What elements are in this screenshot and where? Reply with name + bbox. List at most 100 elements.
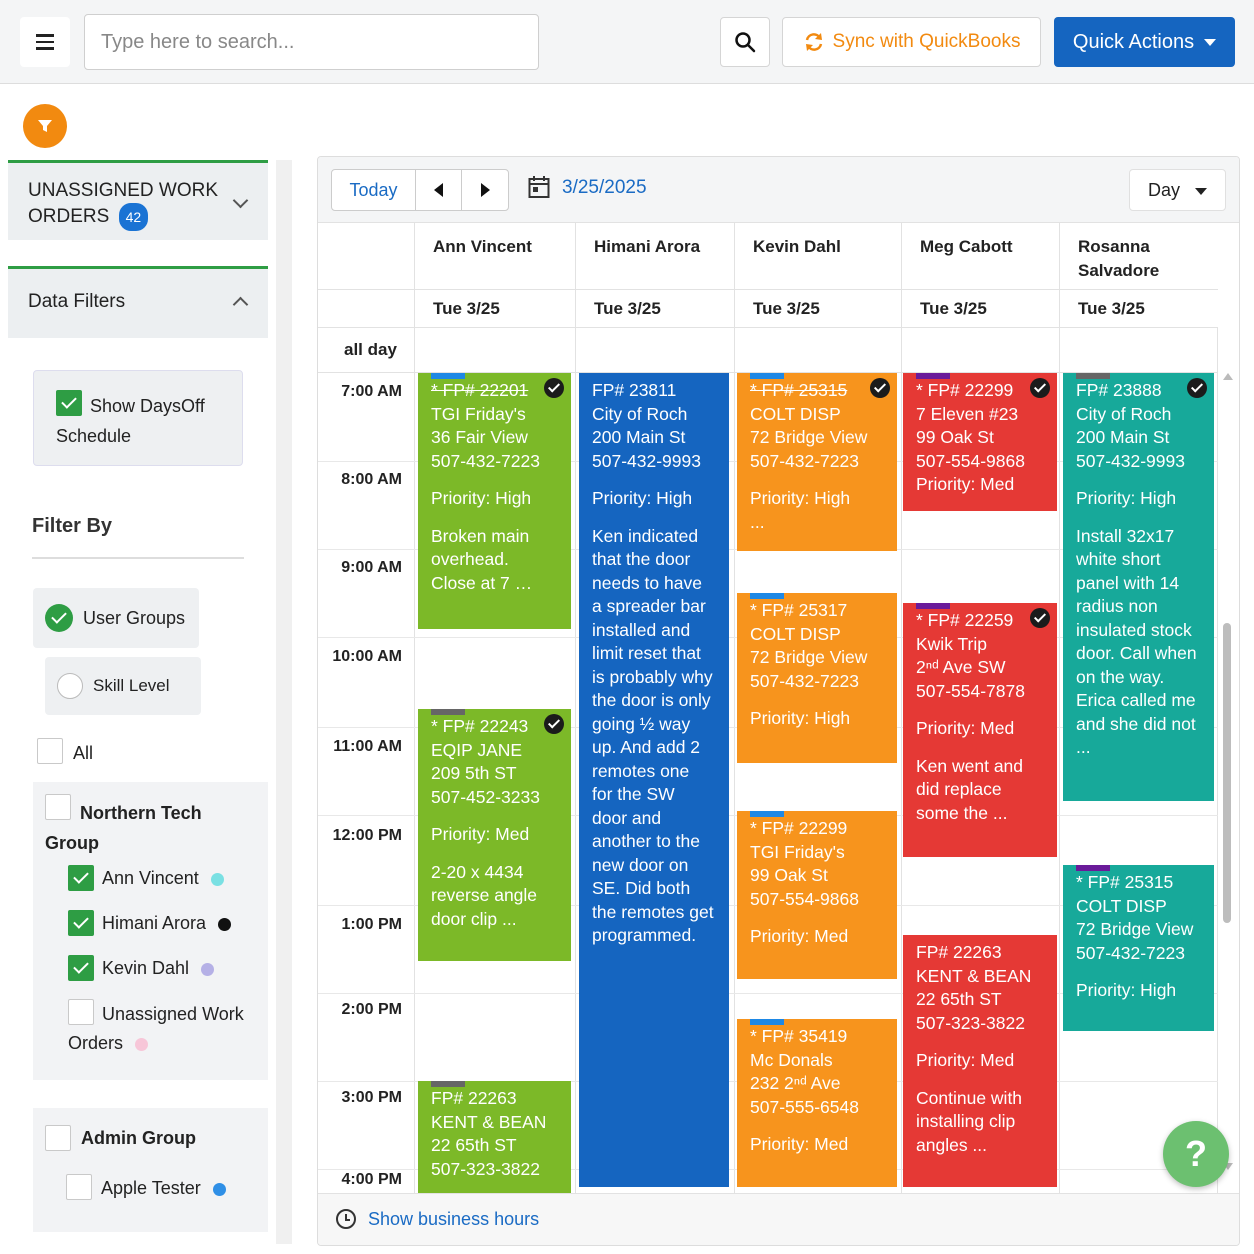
- event-note: Broken main overhead. Close at 7 …: [431, 525, 533, 593]
- event-card[interactable]: FP# 22263 KENT & BEAN 22 65th ST 507-323…: [418, 1081, 571, 1193]
- event-note: Ken indicated that the door needs to hav…: [592, 525, 714, 946]
- event-card[interactable]: * FP# 35419 Mc Donals 232 2ⁿᵈ Ave 507-55…: [737, 1019, 897, 1187]
- filter-toggle-button[interactable]: [23, 104, 67, 148]
- view-select[interactable]: Day: [1129, 169, 1226, 211]
- divider: [32, 557, 244, 559]
- sync-label: Sync with QuickBooks: [832, 31, 1021, 52]
- event-priority: Priority: High: [431, 488, 532, 508]
- view-select-value: Day: [1148, 179, 1181, 200]
- calendar-icon[interactable]: [528, 175, 550, 199]
- chevron-left-icon: [434, 183, 443, 197]
- event-priority: Priority: High: [1076, 980, 1177, 1000]
- time-label: 1:00 PM: [341, 916, 402, 933]
- member-checkbox-ann-vincent[interactable]: [68, 865, 94, 891]
- completed-check-icon: [1187, 378, 1207, 398]
- skill-level-option[interactable]: Skill Level: [45, 657, 201, 715]
- quick-actions-button[interactable]: Quick Actions: [1054, 17, 1235, 67]
- calendar-scrollbar[interactable]: [1221, 373, 1235, 1173]
- column-date: Tue 3/25: [901, 289, 1059, 327]
- event-card[interactable]: FP# 22263 KENT & BEAN 22 65th ST 507-323…: [903, 935, 1057, 1187]
- data-filters-header[interactable]: Data Filters: [8, 266, 268, 338]
- event-card[interactable]: * FP# 25315 COLT DISP 72 Bridge View 507…: [737, 373, 897, 551]
- member-checkbox-kevin-dahl[interactable]: [68, 955, 94, 981]
- completed-check-icon: [870, 378, 890, 398]
- prev-day-button[interactable]: [416, 170, 462, 210]
- color-dot: [218, 917, 232, 931]
- help-button[interactable]: ?: [1163, 1121, 1229, 1187]
- event-priority: Priority: Med: [750, 1134, 849, 1154]
- event-line: * FP# 25315: [1076, 872, 1174, 892]
- time-label: 10:00 AM: [332, 648, 402, 665]
- event-card[interactable]: * FP# 22299 7 Eleven #23 99 Oak St 507-5…: [903, 373, 1057, 511]
- group-admin: Admin Group Apple Tester: [33, 1108, 268, 1232]
- filter-by-title: Filter By: [32, 515, 113, 537]
- scroll-thumb[interactable]: [1223, 623, 1231, 923]
- member-checkbox-himani-arora[interactable]: [68, 910, 94, 936]
- event-line: 507-432-9993: [592, 450, 701, 471]
- event-tag: [916, 603, 950, 609]
- event-card[interactable]: * FP# 25317 COLT DISP 72 Bridge View 507…: [737, 593, 897, 763]
- user-groups-label: User Groups: [83, 607, 186, 628]
- chevron-up-icon: [232, 296, 249, 313]
- event-tag: [750, 373, 784, 379]
- group-northern-tech: Northern Tech Group Ann Vincent Himani A…: [33, 782, 268, 1080]
- quick-actions-label: Quick Actions: [1072, 30, 1195, 53]
- event-line: Kwik Trip: [916, 633, 987, 654]
- calendar-toolbar: Today 3/25/2025 Day: [318, 157, 1239, 223]
- skill-level-label: Skill Level: [93, 676, 170, 695]
- admin-group-checkbox[interactable]: [45, 1125, 71, 1151]
- event-line: 507-555-6548: [750, 1096, 859, 1117]
- show-daysoff-toggle[interactable]: Show DaysOff Schedule: [33, 370, 243, 466]
- chevron-down-icon: [232, 192, 249, 209]
- event-priority: Priority: Med: [916, 1050, 1015, 1070]
- event-tag: [750, 593, 784, 599]
- event-tag: [431, 373, 465, 379]
- skill-level-radio[interactable]: [57, 673, 83, 699]
- event-priority: Priority: High: [750, 488, 851, 508]
- event-card[interactable]: FP# 23888 City of Roch 200 Main St 507-4…: [1063, 373, 1214, 801]
- search-input[interactable]: [84, 14, 539, 70]
- event-card[interactable]: * FP# 22243 EQIP JANE 209 5th ST 507-452…: [418, 709, 571, 961]
- scroll-up-icon[interactable]: [1223, 373, 1233, 380]
- unassigned-work-orders-header[interactable]: UNASSIGNED WORK ORDERS 42: [8, 160, 268, 240]
- completed-check-icon: [1030, 378, 1050, 398]
- hamburger-menu-icon[interactable]: [20, 17, 70, 67]
- event-line: 507-452-3233: [431, 786, 540, 807]
- grid-line: [1059, 327, 1060, 1193]
- event-card[interactable]: FP# 23811 City of Roch 200 Main St 507-4…: [579, 373, 729, 1187]
- event-priority: Priority: Med: [431, 824, 530, 844]
- current-date-label[interactable]: 3/25/2025: [562, 177, 647, 199]
- top-bar: Sync with QuickBooks Quick Actions: [0, 0, 1254, 84]
- sync-quickbooks-button[interactable]: Sync with QuickBooks: [782, 17, 1041, 67]
- sidebar-scrollbar[interactable]: [276, 160, 292, 1244]
- search-button[interactable]: [720, 17, 770, 67]
- data-filters-title: Data Filters: [28, 291, 126, 312]
- time-label: 2:00 PM: [341, 1001, 402, 1018]
- event-line: 232 2ⁿᵈ Ave: [750, 1073, 841, 1093]
- event-line: City of Roch: [592, 403, 688, 424]
- completed-check-icon: [544, 714, 564, 734]
- event-card[interactable]: * FP# 25315 COLT DISP 72 Bridge View 507…: [1063, 865, 1214, 1031]
- member-checkbox-apple-tester[interactable]: [66, 1174, 92, 1200]
- caret-down-icon: [1195, 188, 1207, 195]
- event-card[interactable]: * FP# 22299 TGI Friday's 99 Oak St 507-5…: [737, 811, 897, 979]
- time-label: 7:00 AM: [341, 383, 402, 400]
- user-groups-radio[interactable]: [45, 604, 73, 632]
- event-card[interactable]: * FP# 22259 Kwik Trip 2ⁿᵈ Ave SW 507-554…: [903, 603, 1057, 857]
- nav-group: Today: [331, 169, 509, 211]
- user-groups-option[interactable]: User Groups: [33, 588, 199, 648]
- time-label: 9:00 AM: [341, 559, 402, 576]
- event-line: 2ⁿᵈ Ave SW: [916, 657, 1006, 677]
- next-day-button[interactable]: [462, 170, 508, 210]
- event-card[interactable]: * FP# 22201 TGI Friday's 36 Fair View 50…: [418, 373, 571, 629]
- all-day-label: all day: [344, 340, 397, 359]
- member-kevin-dahl: Kevin Dahl: [102, 958, 215, 979]
- today-button[interactable]: Today: [332, 170, 416, 210]
- column-header: Himani Arora: [575, 223, 734, 289]
- search-icon: [735, 32, 756, 53]
- all-checkbox[interactable]: [37, 738, 63, 764]
- date-row-spacer: [318, 289, 414, 327]
- column-header: Ann Vincent: [414, 223, 575, 289]
- show-business-hours-link[interactable]: Show business hours: [368, 1209, 539, 1230]
- event-line: 507-432-9993: [1076, 450, 1185, 471]
